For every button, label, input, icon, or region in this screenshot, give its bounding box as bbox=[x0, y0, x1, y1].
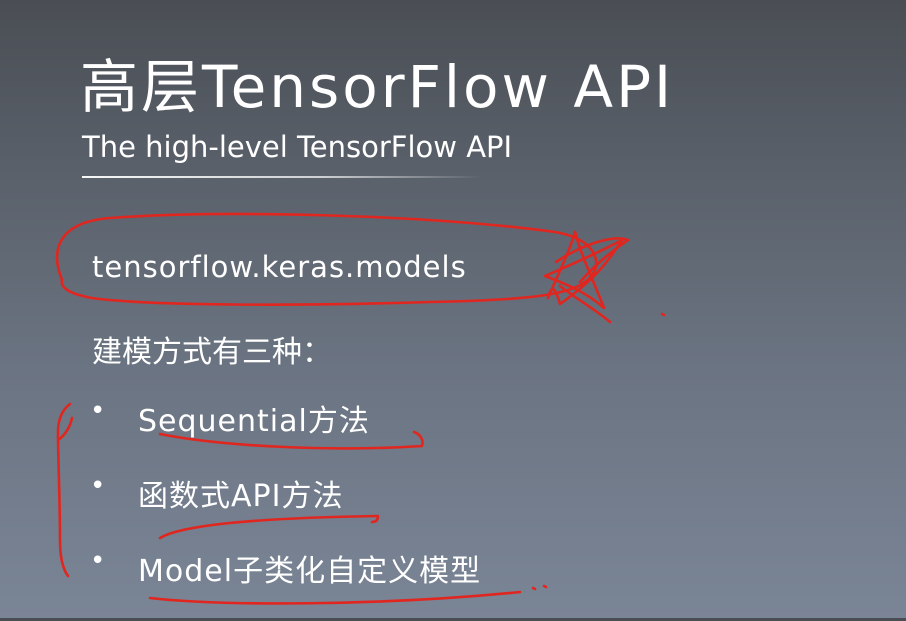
bullet-icon: • bbox=[90, 546, 106, 576]
slide-subtitle: The high-level TensorFlow API bbox=[82, 130, 513, 164]
dots-annotation bbox=[531, 584, 548, 591]
method-model-subclassing: Model子类化自定义模型 bbox=[138, 554, 482, 589]
underline-model-annotation bbox=[148, 590, 522, 605]
intro-text: 建模方式有三种： bbox=[92, 335, 332, 370]
module-path: tensorflow.keras.models bbox=[92, 250, 467, 284]
brace-annotation bbox=[56, 402, 74, 578]
star-icon bbox=[543, 230, 624, 310]
underline-functional-annotation bbox=[158, 514, 380, 540]
slide: 高层TensorFlow API The high-level TensorFl… bbox=[0, 0, 906, 618]
title-underline bbox=[82, 176, 482, 178]
slide-title: 高层TensorFlow API bbox=[80, 53, 675, 121]
method-sequential: Sequential方法 bbox=[138, 404, 370, 439]
bullet-icon: • bbox=[90, 471, 106, 501]
method-functional-api: 函数式API方法 bbox=[138, 479, 344, 514]
dot-annotation bbox=[660, 312, 666, 317]
bullet-icon: • bbox=[90, 396, 106, 426]
star-scribble-annotation bbox=[554, 237, 630, 324]
